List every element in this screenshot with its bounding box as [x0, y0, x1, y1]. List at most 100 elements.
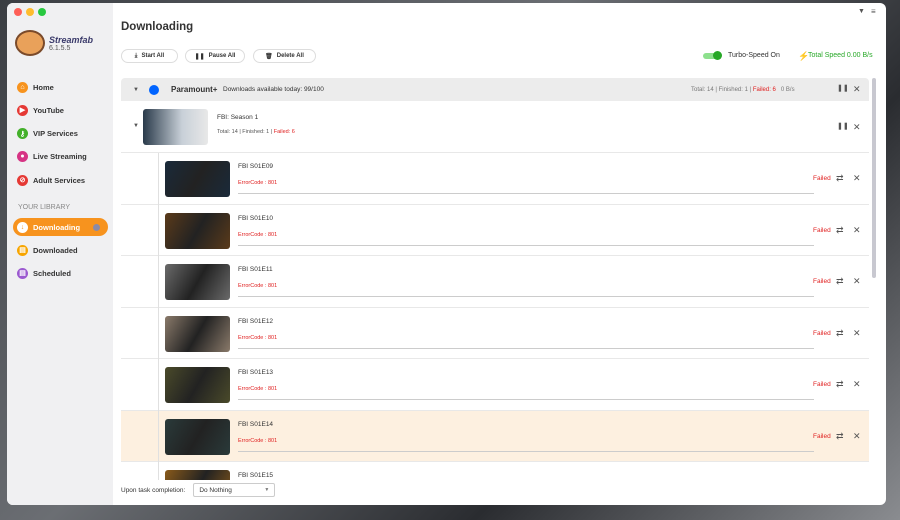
group-total: Total: 14 — [691, 86, 714, 93]
service-name: Paramount+ — [171, 85, 218, 94]
selected-option: Do Nothing — [199, 486, 232, 494]
episode-row[interactable]: FBI S01E11 ErrorCode : 801 Failed ⇄ ✕ — [121, 256, 869, 308]
task-completion-select[interactable]: Do Nothing ▼ — [193, 483, 276, 497]
page-title: Downloading — [121, 21, 194, 33]
pause-all-button[interactable]: ❚❚ Pause All — [185, 49, 245, 63]
error-code: ErrorCode : 801 — [238, 231, 278, 238]
downloads-available: Downloads available today: 99/100 — [223, 86, 324, 93]
season-total: Total: 14 — [217, 129, 238, 135]
turbo-speed-label: Turbo-Speed On — [728, 52, 780, 59]
close-icon[interactable]: ✕ — [853, 379, 861, 390]
episode-title: FBI S01E10 — [238, 214, 274, 222]
season-failed: Failed: 6 — [273, 129, 295, 135]
minimize-window-button[interactable] — [26, 8, 34, 16]
season-finished: Finished: 1 — [242, 129, 270, 135]
episode-thumbnail — [165, 264, 230, 300]
episode-row[interactable]: FBI S01E10 ErrorCode : 801 Failed ⇄ ✕ — [121, 204, 869, 256]
menu-icon[interactable]: ≡ — [871, 7, 876, 16]
error-code: ErrorCode : 801 — [238, 437, 278, 444]
error-code: ErrorCode : 801 — [238, 180, 278, 186]
status-failed: Failed — [813, 329, 831, 337]
service-icon: ▶ — [17, 104, 28, 116]
task-completion-label: Upon task completion: — [121, 486, 186, 494]
close-icon[interactable]: ✕ — [853, 328, 861, 339]
sidebar-item-label: Home — [33, 82, 54, 92]
sidebar-item-label: Downloaded — [33, 245, 78, 255]
maximize-window-button[interactable] — [38, 8, 46, 16]
episode-title: FBI S01E15 — [238, 472, 274, 479]
episode-title: FBI S01E14 — [238, 420, 274, 428]
episode-title: FBI S01E11 — [238, 266, 273, 273]
task-completion: Upon task completion: Do Nothing ▼ — [121, 483, 276, 497]
retry-icon[interactable]: ⇄ — [836, 328, 844, 339]
sidebar-item-downloading[interactable]: ↓ Downloading — [13, 218, 108, 236]
shirt-icon[interactable]: ▼ — [858, 8, 865, 15]
sidebar: Streamfab 6.1.5.5 ⌂ Home ▶ YouTube ⚷ VIP Servi… — [7, 3, 113, 505]
close-icon[interactable]: ✕ — [853, 84, 861, 95]
start-all-button[interactable]: ⤓ Start All — [121, 49, 178, 63]
progress-bar — [238, 347, 814, 349]
collapse-icon[interactable]: ▼ — [133, 87, 139, 93]
progress-bar — [238, 399, 814, 400]
sidebar-item-vip-services[interactable]: ⚷ VIP Services — [13, 125, 108, 143]
close-icon[interactable]: ✕ — [853, 276, 861, 287]
pause-icon[interactable]: ❚❚ — [837, 84, 849, 92]
scrollbar[interactable] — [872, 78, 876, 278]
delete-all-button[interactable]: 🗑 Delete All — [253, 49, 316, 63]
main-panel: ▼ ≡ Downloading ⤓ Start All ❚❚ Pause All 🗑… — [113, 3, 886, 505]
app-window: Streamfab 6.1.5.5 ⌂ Home ▶ YouTube ⚷ VIP Servi… — [7, 3, 886, 505]
start-all-label: Start All — [141, 53, 165, 59]
episode-row[interactable]: FBI S01E09 ErrorCode : 801 Failed ⇄ ✕ — [121, 153, 869, 205]
progress-bar — [238, 193, 814, 194]
episode-row[interactable]: FBI S01E12 ErrorCode : 801 Failed ⇄ ✕ — [121, 307, 869, 359]
progress-bar — [238, 296, 814, 297]
sidebar-item-label: VIP Services — [33, 129, 78, 139]
close-window-button[interactable] — [14, 8, 22, 16]
sidebar-item-youtube[interactable]: ▶ YouTube — [13, 101, 108, 119]
close-icon[interactable]: ✕ — [853, 225, 861, 236]
episode-title: FBI S01E13 — [238, 369, 274, 376]
sidebar-item-downloaded[interactable]: ▤ Downloaded — [13, 241, 108, 259]
collapse-icon[interactable]: ▼ — [133, 123, 139, 129]
pause-icon[interactable]: ❚❚ — [837, 122, 849, 130]
window-controls — [14, 8, 46, 16]
service-icon: ● — [17, 151, 28, 163]
error-code: ErrorCode : 801 — [238, 386, 278, 392]
library-icon: ↓ — [17, 221, 28, 233]
group-finished: Finished: 1 — [718, 86, 748, 93]
retry-icon[interactable]: ⇄ — [836, 225, 844, 236]
library-heading: YOUR LIBRARY — [18, 204, 70, 211]
library-icon: ▤ — [17, 267, 28, 279]
total-speed: Total Speed 0.00 B/s — [808, 52, 873, 59]
service-group-header: ▼ Paramount+ Downloads available today: … — [121, 78, 869, 101]
season-row: ▼ FBI: Season 1 Total: 14 | Finished: 1 … — [121, 101, 869, 153]
close-icon[interactable]: ✕ — [853, 122, 861, 133]
retry-icon[interactable]: ⇄ — [836, 173, 844, 184]
episode-row[interactable]: FBI S01E13 ErrorCode : 801 Failed ⇄ ✕ — [121, 359, 869, 411]
episode-thumbnail — [165, 418, 230, 455]
sidebar-item-home[interactable]: ⌂ Home — [13, 78, 108, 96]
status-failed: Failed — [813, 432, 831, 440]
error-code: ErrorCode : 801 — [238, 283, 278, 289]
close-icon[interactable]: ✕ — [853, 431, 861, 442]
sidebar-item-live-streaming[interactable]: ● Live Streaming — [13, 148, 108, 166]
status-failed: Failed — [813, 175, 831, 182]
library-icon: ▤ — [17, 244, 28, 256]
download-list: ▼ Paramount+ Downloads available today: … — [121, 78, 869, 480]
delete-all-label: Delete All — [276, 53, 304, 59]
season-title: FBI: Season 1 — [217, 114, 259, 121]
paramount-logo-icon — [149, 84, 159, 95]
episode-row[interactable]: FBI S01E15 — [121, 462, 869, 480]
close-icon[interactable]: ✕ — [853, 173, 861, 184]
group-speed: 0 B/s — [780, 86, 795, 93]
episode-row[interactable]: FBI S01E14 ErrorCode : 801 Failed ⇄ ✕ — [121, 410, 869, 462]
service-icon: ⌂ — [17, 81, 28, 93]
episode-title: FBI S01E09 — [238, 163, 274, 170]
retry-icon[interactable]: ⇄ — [836, 379, 844, 390]
sidebar-item-scheduled[interactable]: ▤ Scheduled — [13, 264, 108, 282]
retry-icon[interactable]: ⇄ — [836, 431, 844, 442]
episode-thumbnail — [165, 212, 230, 249]
turbo-speed-toggle[interactable] — [703, 51, 722, 60]
retry-icon[interactable]: ⇄ — [836, 276, 844, 287]
sidebar-item-adult-services[interactable]: ⊘ Adult Services — [13, 171, 108, 189]
